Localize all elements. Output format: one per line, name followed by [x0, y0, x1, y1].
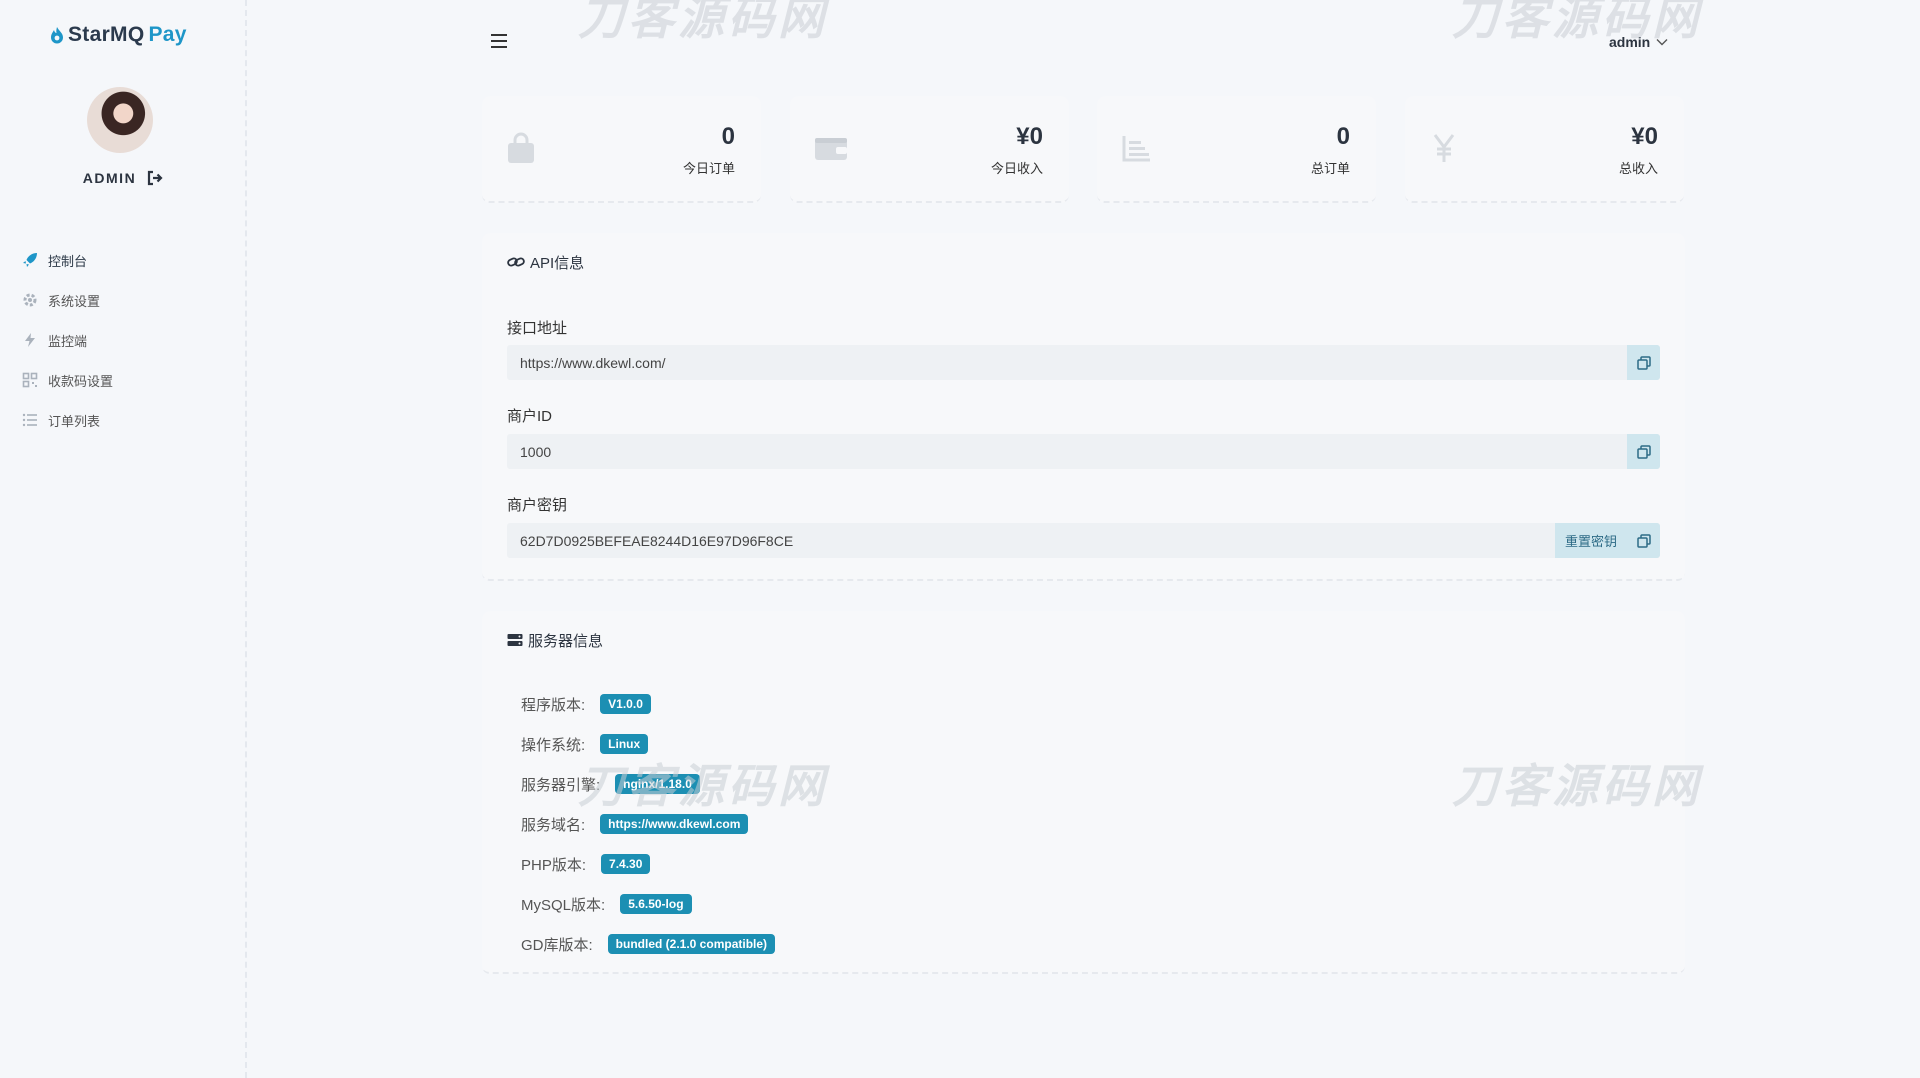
stat-label: 今日收入 — [990, 161, 1043, 176]
user-menu-dropdown[interactable]: admin — [1609, 32, 1668, 52]
gear-icon — [22, 292, 38, 308]
copy-secret-button[interactable] — [1627, 523, 1660, 558]
api-panel-title: API信息 — [507, 251, 584, 273]
list-icon — [22, 412, 38, 428]
qrcode-icon — [22, 372, 38, 388]
menu-toggle-button[interactable] — [491, 34, 507, 48]
rocket-icon — [22, 252, 38, 268]
logout-icon[interactable] — [146, 170, 164, 186]
bolt-icon — [22, 332, 38, 348]
user-row: ADMIN — [0, 170, 247, 186]
info-badge: 5.6.50-log — [620, 894, 692, 914]
stat-card-today-income: ¥0 今日收入 — [790, 96, 1069, 203]
info-row-program-version: 程序版本: V1.0.0 — [521, 693, 651, 715]
sidebar-item-label: 控制台 — [48, 253, 88, 269]
info-label: 程序版本: — [521, 696, 586, 714]
brand-name-part1: StarMQ — [68, 23, 145, 46]
endpoint-value[interactable]: https://www.dkewl.com/ — [507, 355, 1627, 371]
info-badge: Linux — [600, 734, 649, 754]
merchant-id-label: 商户ID — [507, 408, 553, 425]
server-info-panel: 服务器信息 程序版本: V1.0.0 操作系统: Linux 服务器引擎: ng… — [482, 611, 1685, 974]
sidebar-item-label: 系统设置 — [48, 293, 101, 309]
merchant-id-value[interactable]: 1000 — [507, 444, 1627, 460]
secret-value[interactable]: 62D7D0925BEFEAE8244D16E97D96F8CE — [507, 533, 1555, 549]
sidebar: StarMQ Pay ADMIN 控制台 系统设置 监控端 收款码设置 订单列表 — [0, 0, 247, 1078]
sidebar-item-monitor[interactable]: 监控端 — [0, 320, 247, 360]
secret-field: 62D7D0925BEFEAE8244D16E97D96F8CE 重置密钥 — [507, 523, 1660, 558]
wallet-icon — [815, 138, 847, 160]
info-label: PHP版本: — [521, 856, 587, 874]
avatar[interactable] — [87, 87, 153, 153]
copy-icon — [1636, 355, 1651, 370]
stat-value: 0 — [1336, 123, 1350, 150]
copy-icon — [1636, 444, 1651, 459]
sidebar-item-dashboard[interactable]: 控制台 — [0, 240, 247, 280]
info-row-mysql-version: MySQL版本: 5.6.50-log — [521, 893, 692, 915]
info-label: MySQL版本: — [521, 896, 606, 914]
sidebar-item-order-list[interactable]: 订单列表 — [0, 400, 247, 440]
endpoint-field: https://www.dkewl.com/ — [507, 345, 1660, 380]
stat-label: 今日订单 — [682, 161, 735, 176]
info-badge: nginx/1.18.0 — [615, 774, 700, 794]
info-badge: https://www.dkewl.com — [600, 814, 749, 834]
info-label: 操作系统: — [521, 736, 586, 754]
yen-icon — [1433, 134, 1455, 162]
stat-card-total-income: ¥0 总收入 — [1405, 96, 1684, 203]
sidebar-item-label: 订单列表 — [48, 413, 101, 429]
brand-name-part2: Pay — [148, 23, 187, 46]
stat-label: 总收入 — [1618, 161, 1658, 176]
reset-secret-button[interactable]: 重置密钥 — [1554, 523, 1627, 558]
header-username: admin — [1609, 34, 1651, 50]
info-badge: 7.4.30 — [601, 854, 651, 874]
stat-value: ¥0 — [1631, 123, 1658, 150]
copy-merchant-id-button[interactable] — [1627, 434, 1660, 469]
server-panel-title-text: 服务器信息 — [528, 632, 604, 650]
app-root: StarMQ Pay ADMIN 控制台 系统设置 监控端 收款码设置 订单列表… — [0, 0, 1920, 1078]
sidebar-item-label: 监控端 — [48, 333, 88, 349]
info-row-domain: 服务域名: https://www.dkewl.com — [521, 813, 749, 835]
api-info-panel: API信息 接口地址 https://www.dkewl.com/ 商户ID 1… — [482, 233, 1685, 581]
info-row-os: 操作系统: Linux — [521, 733, 649, 755]
chevron-down-icon — [1656, 39, 1668, 46]
chart-icon — [1122, 136, 1150, 162]
stats-row: 0 今日订单 ¥0 今日收入 0 总订单 ¥0 总收入 — [482, 96, 1685, 203]
copy-icon — [1636, 533, 1651, 548]
server-icon — [507, 634, 523, 646]
sidebar-item-system-settings[interactable]: 系统设置 — [0, 280, 247, 320]
info-row-gd-version: GD库版本: bundled (2.1.0 compatible) — [521, 933, 776, 955]
watermark: 刀客源码网 — [578, 0, 828, 45]
secret-label: 商户密钥 — [507, 497, 568, 514]
copy-endpoint-button[interactable] — [1627, 345, 1660, 380]
stat-value: 0 — [721, 123, 735, 150]
merchant-id-field: 1000 — [507, 434, 1660, 469]
flame-icon — [51, 27, 63, 44]
info-label: 服务器引擎: — [521, 776, 601, 794]
sidebar-nav: 控制台 系统设置 监控端 收款码设置 订单列表 — [0, 240, 247, 440]
stat-value: ¥0 — [1016, 123, 1043, 150]
stat-card-total-orders: 0 总订单 — [1097, 96, 1376, 203]
api-panel-title-text: API信息 — [530, 254, 585, 272]
info-label: GD库版本: — [521, 936, 593, 954]
endpoint-label: 接口地址 — [507, 320, 568, 337]
shopping-bag-icon — [508, 132, 534, 163]
info-label: 服务域名: — [521, 816, 586, 834]
info-badge: bundled (2.1.0 compatible) — [607, 934, 776, 954]
info-row-php-version: PHP版本: 7.4.30 — [521, 853, 651, 875]
link-icon — [507, 257, 525, 267]
stat-card-today-orders: 0 今日订单 — [482, 96, 761, 203]
stat-label: 总订单 — [1310, 161, 1350, 176]
server-panel-title: 服务器信息 — [507, 629, 603, 651]
info-row-server-engine: 服务器引擎: nginx/1.18.0 — [521, 773, 700, 795]
sidebar-username: ADMIN — [82, 170, 137, 186]
sidebar-item-qrcode-settings[interactable]: 收款码设置 — [0, 360, 247, 400]
sidebar-item-label: 收款码设置 — [48, 373, 114, 389]
info-badge: V1.0.0 — [600, 694, 651, 714]
brand-logo[interactable]: StarMQ Pay — [50, 20, 187, 50]
